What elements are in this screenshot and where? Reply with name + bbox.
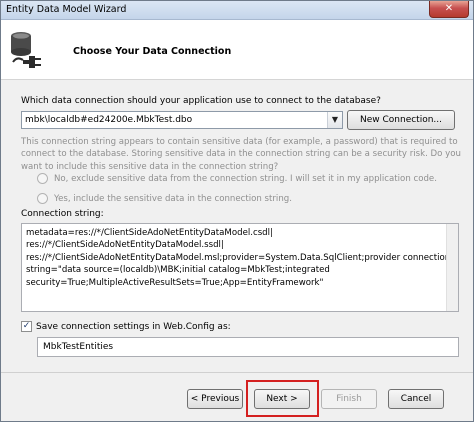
- entity-name-input[interactable]: MbkTestEntities: [37, 337, 459, 357]
- close-icon: ✕: [444, 3, 454, 14]
- connection-dropdown-value: mbk\localdb#ed24200e.MbkTest.dbo: [25, 115, 193, 125]
- connection-string-label: Connection string:: [21, 209, 104, 219]
- radio-exclude-sensitive[interactable]: No, exclude sensitive data from the conn…: [37, 173, 437, 184]
- title-bar[interactable]: Entity Data Model Wizard ✕: [1, 1, 473, 20]
- radio-include-label: Yes, include the sensitive data in the c…: [54, 194, 292, 204]
- chevron-down-icon[interactable]: ▼: [327, 112, 342, 128]
- connection-string-line: string="data source=(localdb)\MBK;initia…: [26, 265, 330, 276]
- save-settings-label: Save connection settings in Web.Config a…: [36, 322, 231, 332]
- checkmark-icon: ✓: [22, 321, 31, 331]
- connection-string-line: res://*/ClientSideAdoNetEntityDataModel.…: [26, 252, 451, 263]
- sensitive-data-warning: This connection string appears to contai…: [21, 137, 461, 172]
- radio-include-sensitive[interactable]: Yes, include the sensitive data in the c…: [37, 193, 292, 204]
- connection-string-line: res://*/ClientSideAdoNetEntityDataModel.…: [26, 240, 224, 251]
- connection-dropdown[interactable]: mbk\localdb#ed24200e.MbkTest.dbo ▼: [21, 111, 343, 129]
- connection-question: Which data connection should your applic…: [21, 96, 381, 106]
- save-settings-row[interactable]: ✓ Save connection settings in Web.Config …: [21, 321, 231, 332]
- wizard-header: Choose Your Data Connection: [1, 20, 473, 80]
- radio-button-icon[interactable]: [37, 173, 48, 184]
- previous-button[interactable]: < Previous: [187, 389, 243, 409]
- radio-button-icon[interactable]: [37, 193, 48, 204]
- vertical-scrollbar[interactable]: [446, 224, 458, 311]
- next-button[interactable]: Next >: [254, 389, 310, 409]
- wizard-window: Entity Data Model Wizard ✕ Choose Your D…: [0, 0, 474, 422]
- connection-string-line: security=True;MultipleActiveResultSets=T…: [26, 277, 324, 288]
- connection-string-line: metadata=res://*/ClientSideAdoNetEntityD…: [26, 228, 273, 238]
- finish-button: Finish: [321, 389, 377, 409]
- radio-exclude-label: No, exclude sensitive data from the conn…: [54, 174, 437, 184]
- connection-string-textbox[interactable]: metadata=res://*/ClientSideAdoNetEntityD…: [21, 223, 459, 312]
- save-settings-checkbox[interactable]: ✓: [21, 321, 32, 332]
- close-button[interactable]: ✕: [429, 1, 469, 18]
- page-title: Choose Your Data Connection: [73, 46, 232, 57]
- cancel-button[interactable]: Cancel: [388, 389, 444, 409]
- database-connection-icon: [11, 32, 41, 68]
- new-connection-button[interactable]: New Connection...: [347, 110, 455, 130]
- window-title: Entity Data Model Wizard: [6, 4, 127, 15]
